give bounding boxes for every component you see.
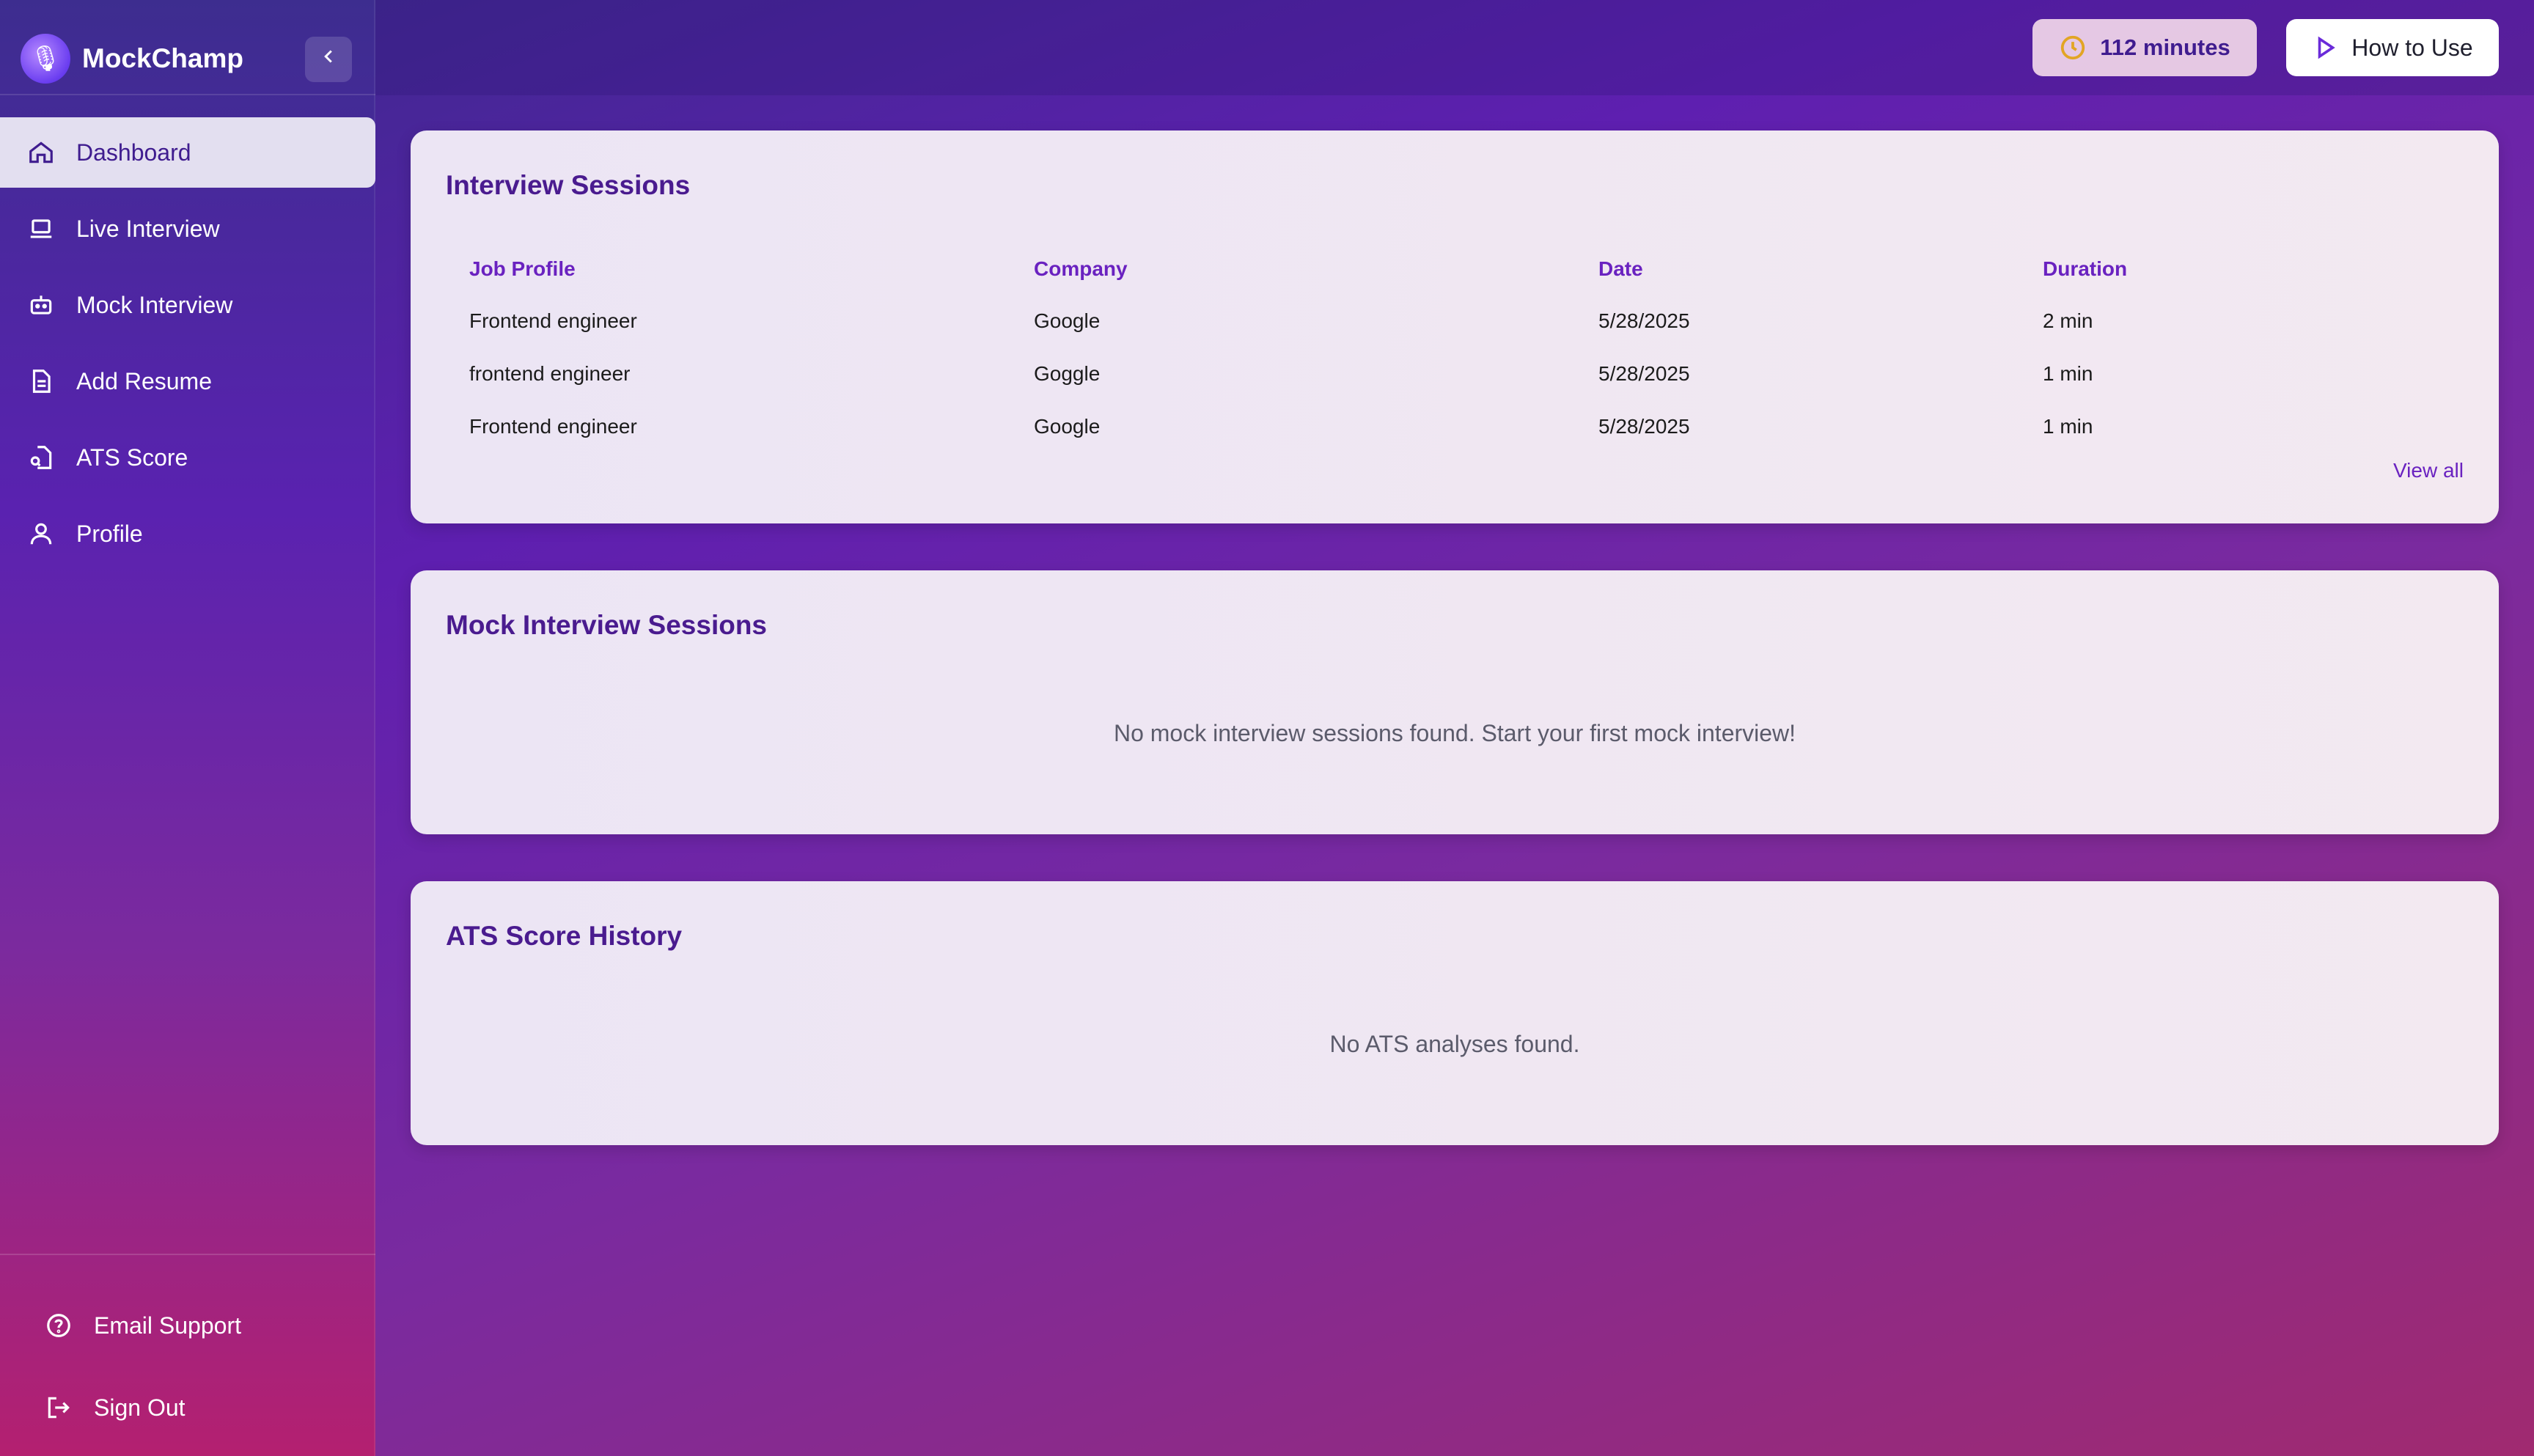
sign-out-button[interactable]: Sign Out <box>44 1372 241 1443</box>
sidebar-item-profile[interactable]: Profile <box>0 499 375 569</box>
minutes-label: 112 minutes <box>2100 34 2230 60</box>
logo-icon: 🎙 <box>21 34 70 84</box>
table-row[interactable]: Frontend engineer Google 5/28/2025 2 min <box>469 295 2464 348</box>
ats-score-history-card: ATS Score History No ATS analyses found. <box>411 881 2499 1145</box>
cell-duration: 1 min <box>2043 362 2093 385</box>
table-header: Job Profile Company Date Duration <box>469 243 2464 295</box>
cell-job-profile: Frontend engineer <box>469 415 637 438</box>
brand[interactable]: 🎙 MockChamp <box>21 32 243 85</box>
sidebar-divider <box>0 94 375 95</box>
sidebar-item-label: Add Resume <box>76 367 212 394</box>
interview-sessions-card: Interview Sessions Job Profile Company D… <box>411 130 2499 523</box>
sidebar-item-label: Dashboard <box>76 139 191 166</box>
cell-company: Google <box>1034 309 1101 332</box>
sidebar-bottom: Email Support Sign Out <box>44 1290 241 1455</box>
sidebar-item-mock-interview[interactable]: Mock Interview <box>0 270 375 340</box>
card-title: Interview Sessions <box>446 170 691 200</box>
column-header-company: Company <box>1034 257 1128 280</box>
empty-state-message: No ATS analyses found. <box>1329 1031 1580 1057</box>
chevron-left-icon <box>317 45 339 73</box>
play-icon <box>2312 34 2338 61</box>
sidebar-nav: Dashboard Live Interview Mock Interview … <box>0 117 375 575</box>
document-icon <box>26 367 56 396</box>
sidebar-item-ats-score[interactable]: ATS Score <box>0 422 375 493</box>
interview-sessions-table: Job Profile Company Date Duration Fronte… <box>469 243 2464 453</box>
cell-company: Google <box>1034 415 1101 438</box>
cell-date: 5/28/2025 <box>1598 309 1690 332</box>
robot-icon <box>26 290 56 320</box>
cell-job-profile: Frontend engineer <box>469 309 637 332</box>
mock-interview-sessions-card: Mock Interview Sessions No mock intervie… <box>411 570 2499 834</box>
sidebar-item-label: Live Interview <box>76 215 220 242</box>
sidebar-item-dashboard[interactable]: Dashboard <box>0 117 375 188</box>
view-all-link[interactable]: View all <box>2393 459 2464 482</box>
column-header-date: Date <box>1598 257 1643 280</box>
home-icon <box>26 138 56 167</box>
sidebar-item-add-resume[interactable]: Add Resume <box>0 346 375 416</box>
email-support-link[interactable]: Email Support <box>44 1290 241 1361</box>
user-icon <box>26 519 56 548</box>
sign-out-icon <box>44 1393 73 1422</box>
app-name: MockChamp <box>82 43 243 73</box>
cell-date: 5/28/2025 <box>1598 362 1690 385</box>
empty-state-message: No mock interview sessions found. Start … <box>1113 720 1796 746</box>
cell-duration: 1 min <box>2043 415 2093 438</box>
how-to-use-button[interactable]: How to Use <box>2286 19 2499 76</box>
sign-out-label: Sign Out <box>94 1394 186 1421</box>
collapse-sidebar-button[interactable] <box>305 37 352 82</box>
cell-job-profile: frontend engineer <box>469 362 631 385</box>
sidebar-item-label: ATS Score <box>76 444 188 471</box>
how-to-use-label: How to Use <box>2351 34 2473 61</box>
card-title: Mock Interview Sessions <box>446 610 768 640</box>
table-row[interactable]: Frontend engineer Google 5/28/2025 1 min <box>469 400 2464 453</box>
column-header-job-profile: Job Profile <box>469 257 576 280</box>
help-circle-icon <box>44 1311 73 1340</box>
table-row[interactable]: frontend engineer Goggle 5/28/2025 1 min <box>469 348 2464 400</box>
laptop-icon <box>26 214 56 243</box>
sidebar: 🎙 MockChamp Dashboard Live Interview Moc… <box>0 0 375 1456</box>
clock-icon <box>2059 34 2087 62</box>
card-title: ATS Score History <box>446 921 683 951</box>
cell-date: 5/28/2025 <box>1598 415 1690 438</box>
sidebar-bottom-divider <box>0 1254 375 1255</box>
cell-duration: 2 min <box>2043 309 2093 332</box>
column-header-duration: Duration <box>2043 257 2128 280</box>
cell-company: Goggle <box>1034 362 1101 385</box>
sidebar-item-label: Profile <box>76 520 143 547</box>
minutes-remaining-badge[interactable]: 112 minutes <box>2032 19 2257 76</box>
email-support-label: Email Support <box>94 1312 241 1339</box>
sidebar-item-live-interview[interactable]: Live Interview <box>0 194 375 264</box>
sidebar-item-label: Mock Interview <box>76 291 233 318</box>
file-search-icon <box>26 443 56 472</box>
